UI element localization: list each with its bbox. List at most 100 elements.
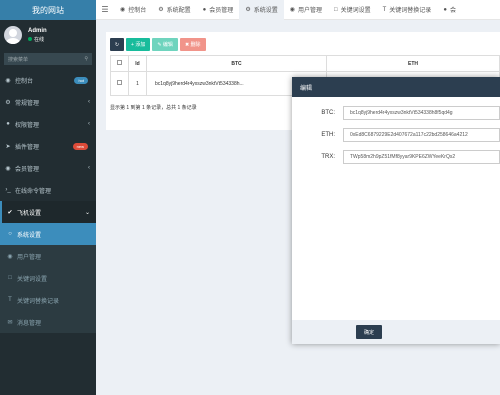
site-brand[interactable]: 我的网站 (0, 0, 96, 20)
user-icon: ● (443, 6, 447, 13)
eth-field[interactable]: 0xEd8C6879229E2d407672a117c22bd258646a42… (343, 128, 500, 142)
sidebar-subitem-system-settings[interactable]: ○ 系统设置 (0, 223, 96, 245)
tab-system-settings[interactable]: ⚙ 系统设置 (239, 0, 284, 20)
tab-label: 会 (449, 8, 456, 14)
modal-body: BTC: bc1q8yj9herd4r4yxszw3nktVt534338h8f… (292, 97, 500, 320)
trx-label: TRX: (321, 154, 335, 160)
message-icon: ✉ (7, 319, 13, 326)
tab-label: 用户管理 (297, 8, 322, 14)
sidebar-item-label: 插件管理 (15, 144, 40, 151)
tab-keywords[interactable]: □ 关键词设置 (328, 0, 377, 20)
sidebar-item-label: 关键词替换记录 (17, 298, 60, 305)
user-status: 在线 (28, 36, 47, 43)
circle-icon: ○ (8, 231, 12, 237)
tab-keyword-log[interactable]: T 关键词替换记录 (377, 0, 438, 20)
delete-button[interactable]: ✖ 删除 (179, 38, 206, 51)
btc-field[interactable]: bc1q8yj9herd4r4yxszw3nktVt534338h8f5qd4g (343, 106, 500, 120)
gear-icon: ⚙ (245, 7, 251, 13)
row-checkbox[interactable] (117, 80, 122, 85)
modal-header[interactable]: 编辑 (292, 77, 500, 97)
tab-label: 系统配置 (166, 8, 191, 14)
sidebar-item-plane-settings[interactable]: ✔ 飞机设置 ⌄ (0, 201, 96, 223)
column-header-btc[interactable]: BTC (146, 55, 327, 72)
sidebar: 我的网站 Admin 在线 搜索菜单 ⚲ ◉ 控制台 hot ⚙ 常规管理 ‹ … (0, 0, 96, 395)
refresh-button[interactable]: ↻ (110, 38, 124, 51)
sidebar-item-general[interactable]: ⚙ 常规管理 ‹ (0, 91, 96, 113)
user-name: Admin (28, 27, 47, 34)
tab-label: 会员管理 (209, 8, 234, 14)
user-circle-icon: ◉ (289, 7, 295, 13)
modal-title: 编辑 (300, 85, 313, 92)
tab-dashboard[interactable]: ◉ 控制台 (114, 0, 152, 20)
sidebar-item-label: 常规管理 (15, 100, 40, 107)
refresh-icon: ↻ (114, 41, 120, 48)
doc-icon: □ (333, 6, 338, 13)
sidebar-item-command[interactable]: ›_ 在线命令管理 (0, 179, 96, 201)
avatar (4, 26, 22, 44)
sidebar-item-label: 消息管理 (17, 320, 42, 327)
chevron-down-icon: ⌄ (84, 209, 90, 216)
tab-members[interactable]: ● 会员管理 (197, 0, 240, 20)
tab-system-config[interactable]: ⚙ 系统配置 (152, 0, 196, 20)
column-header-eth[interactable]: ETH (326, 55, 500, 72)
tab-users[interactable]: ◉ 用户管理 (284, 0, 328, 20)
menu-search-input[interactable]: 搜索菜单 ⚲ (4, 53, 92, 65)
search-icon[interactable]: ⚲ (84, 56, 88, 62)
delete-label: 删除 (190, 42, 201, 48)
online-dot-icon (28, 37, 32, 41)
sidebar-subitem-keywords[interactable]: □ 关键词设置 (0, 267, 96, 289)
user-panel: Admin 在线 (0, 20, 96, 50)
user-circle-icon: ◉ (5, 165, 11, 172)
circle-check-icon: ✔ (7, 209, 13, 216)
sidebar-item-label: 飞机设置 (17, 210, 42, 217)
chevron-left-icon: ‹ (88, 165, 90, 171)
edit-label: 编辑 (162, 42, 173, 48)
eth-label: ETH: (321, 132, 335, 138)
tab-bar: ☰ ◉ 控制台 ⚙ 系统配置 ● 会员管理 ⚙ 系统设置 ◉ 用户管理 □ 关键词设置 T关… (96, 0, 500, 20)
group-icon: ● (6, 121, 10, 127)
sidebar-item-permission[interactable]: ● 权限管理 ‹ (0, 113, 96, 135)
cogs-icon: ⚙ (5, 99, 11, 106)
btc-label: BTC: (321, 110, 335, 116)
confirm-button[interactable]: 确定 (356, 325, 383, 339)
sidebar-subitem-messages[interactable]: ✉ 消息管理 (0, 311, 96, 333)
add-label: 添加 (135, 42, 146, 48)
row-select-cell[interactable] (110, 71, 129, 96)
sidebar-item-dashboard[interactable]: ◉ 控制台 hot (0, 69, 96, 91)
tab-label: 控制台 (128, 8, 147, 14)
sidebar-item-label: 用户管理 (17, 254, 42, 261)
sidebar-subitem-keyword-log[interactable]: T 关键词替换记录 (0, 289, 96, 311)
sidebar-item-label: 系统设置 (17, 232, 42, 239)
modal-footer: 确定 (292, 320, 500, 344)
add-button[interactable]: + 添加 (126, 38, 151, 51)
form-row-btc: BTC: bc1q8yj9herd4r4yxszw3nktVt534338h8f… (292, 106, 500, 120)
select-all-checkbox[interactable] (117, 60, 122, 65)
user-icon: ● (202, 6, 207, 13)
chevron-left-icon: ‹ (88, 99, 90, 105)
sidebar-item-label: 权限管理 (15, 122, 40, 129)
menu-search-placeholder: 搜索菜单 (8, 56, 29, 63)
sidebar-menu: ◉ 控制台 hot ⚙ 常规管理 ‹ ● 权限管理 ‹ ➤ 插件管理 new ◉… (0, 69, 96, 333)
form-row-eth: ETH: 0xEd8C6879229E2d407672a117c22bd2586… (292, 128, 500, 142)
hot-badge: hot (74, 76, 88, 84)
new-badge: new (72, 142, 88, 150)
edit-button[interactable]: ✎ 编辑 (152, 38, 178, 51)
tab-label: 关键词替换记录 (389, 8, 432, 14)
sidebar-item-label: 会员管理 (15, 166, 40, 173)
sidebar-item-members[interactable]: ◉ 会员管理 ‹ (0, 157, 96, 179)
sidebar-item-label: 关键词设置 (17, 276, 48, 283)
select-all-header[interactable] (110, 55, 129, 72)
sidebar-item-plugins[interactable]: ➤ 插件管理 new (0, 135, 96, 157)
doc-icon: □ (8, 275, 12, 281)
trx-field[interactable]: TWp58m2h9pZ51fMf8yyar9KPE6ZWYeeKrQs2 (343, 150, 500, 164)
user-icon: ◉ (7, 253, 13, 260)
menu-toggle-icon[interactable]: ☰ (96, 5, 114, 14)
tab-members-2[interactable]: ● 会 (437, 0, 462, 20)
table-toolbar: ↻ + 添加 ✎ 编辑 ✖ 删除 (106, 32, 500, 55)
column-header-id[interactable]: Id (128, 55, 147, 72)
sidebar-subitem-users[interactable]: ◉ 用户管理 (0, 245, 96, 267)
rocket-icon: ➤ (5, 143, 11, 150)
terminal-icon: ›_ (5, 187, 11, 193)
tab-label: 系统设置 (253, 8, 278, 14)
id-cell: 1 (128, 71, 147, 96)
